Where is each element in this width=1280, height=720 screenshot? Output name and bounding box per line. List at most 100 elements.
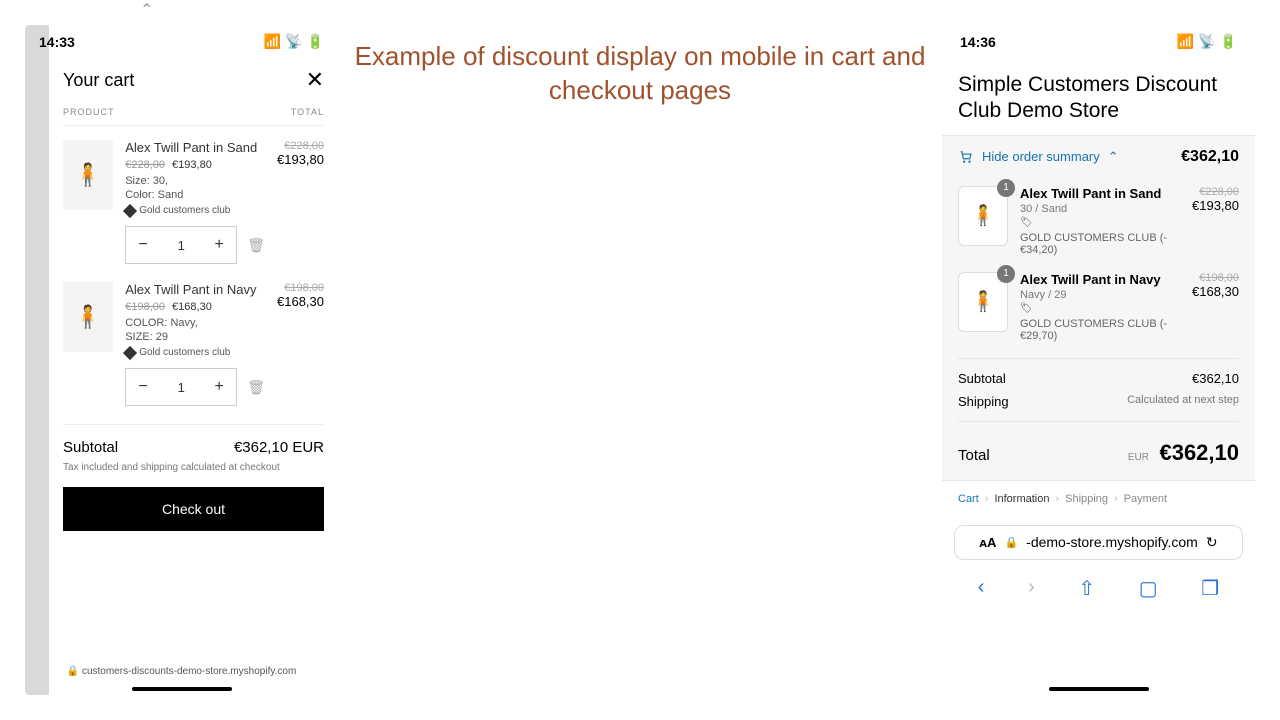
cart-sheet: Your cart ✕ PRODUCT TOTAL 🧍 Alex Twill P… xyxy=(49,55,338,695)
product-image[interactable]: 🧍 xyxy=(63,140,113,210)
checkout-phone: 14:36 📶 📡 🔋 Simple Customers Discount Cl… xyxy=(942,25,1255,695)
co-subtotal-label: Subtotal xyxy=(958,371,1006,386)
subtotal-label: Subtotal xyxy=(63,439,118,456)
co-new-price: €193,80 xyxy=(1192,198,1239,213)
trash-icon[interactable]: 🗑 xyxy=(247,237,265,254)
co-item-name: Alex Twill Pant in Sand xyxy=(1020,186,1180,201)
url-bar: 🔒 customers-discounts-demo-store.myshopi… xyxy=(25,666,338,677)
qty-decrement[interactable]: − xyxy=(126,227,160,263)
co-item-variant: Navy / 29 xyxy=(1020,289,1180,301)
status-time: 14:36 xyxy=(960,34,996,50)
item-meta: Color: Sand xyxy=(125,189,265,201)
tag-icon xyxy=(123,203,137,217)
safari-url-bar[interactable]: ᴀA 🔒 -demo-store.myshopify.com ↻ xyxy=(954,525,1243,560)
chevron-right-icon: › xyxy=(985,493,989,505)
status-bar: 14:33 📶 📡 🔋 xyxy=(25,25,338,58)
battery-icon: 🔋 xyxy=(307,33,324,50)
item-name[interactable]: Alex Twill Pant in Sand xyxy=(125,140,265,155)
qty-badge: 1 xyxy=(997,179,1015,197)
cart-item: 🧍 Alex Twill Pant in Sand €228,00 €193,8… xyxy=(63,140,324,264)
share-icon[interactable]: ⇧ xyxy=(1078,576,1095,601)
qty-increment[interactable]: + xyxy=(202,227,236,263)
co-shipping-label: Shipping xyxy=(958,394,1009,409)
bc-payment: Payment xyxy=(1124,493,1167,505)
chevron-right-icon: › xyxy=(1055,493,1059,505)
summary-total: €362,10 xyxy=(1181,148,1239,166)
bc-cart[interactable]: Cart xyxy=(958,493,979,505)
store-title[interactable]: Simple Customers Discount Club Demo Stor… xyxy=(942,58,1255,135)
checkout-button[interactable]: Check out xyxy=(63,487,324,531)
url-text: customers-discounts-demo-store.myshopify… xyxy=(82,666,296,677)
chevron-up-icon: ⌃ xyxy=(140,0,153,20)
lock-icon: 🔒 xyxy=(1004,536,1018,549)
discount-tag: Gold customers club xyxy=(139,347,230,358)
cart-icon xyxy=(958,150,974,164)
line-old-price: €198,00 xyxy=(277,282,324,294)
item-new-price: €168,30 xyxy=(172,301,212,313)
tabs-icon[interactable]: ❐ xyxy=(1201,576,1219,601)
qty-decrement[interactable]: − xyxy=(126,369,160,405)
hide-summary-toggle[interactable]: Hide order summary ⌃ xyxy=(958,149,1119,165)
item-name[interactable]: Alex Twill Pant in Navy xyxy=(125,282,265,297)
co-item-variant: 30 / Sand xyxy=(1020,203,1180,215)
line-new-price: €193,80 xyxy=(277,152,324,167)
subtotal-value: €362,10 EUR xyxy=(234,439,324,456)
co-discount-label: GOLD CUSTOMERS CLUB (-€29,70) xyxy=(1020,318,1180,342)
item-new-price: €193,80 xyxy=(172,159,212,171)
qty-increment[interactable]: + xyxy=(202,369,236,405)
breadcrumbs: Cart › Information › Shipping › Payment xyxy=(942,481,1255,517)
tag-icon: 🏷 xyxy=(1020,303,1180,314)
battery-icon: 🔋 xyxy=(1220,33,1237,50)
status-icons: 📶 📡 🔋 xyxy=(1177,33,1237,50)
checkout-item: 🧍 1 Alex Twill Pant in Sand 30 / Sand 🏷 … xyxy=(942,178,1255,264)
co-total-label: Total xyxy=(958,447,990,464)
back-icon[interactable]: ‹ xyxy=(978,576,985,601)
trash-icon[interactable]: 🗑 xyxy=(247,379,265,396)
status-bar: 14:36 📶 📡 🔋 xyxy=(942,25,1255,58)
tax-note: Tax included and shipping calculated at … xyxy=(63,462,324,473)
text-size-icon[interactable]: ᴀA xyxy=(979,535,996,550)
cart-item: 🧍 Alex Twill Pant in Navy €198,00 €168,3… xyxy=(63,282,324,406)
close-icon[interactable]: ✕ xyxy=(306,67,324,93)
signal-icon: 📶 xyxy=(1177,33,1194,50)
home-indicator xyxy=(1049,687,1149,691)
wifi-icon: 📡 xyxy=(1198,33,1215,50)
qty-badge: 1 xyxy=(997,265,1015,283)
forward-icon: › xyxy=(1028,576,1035,601)
signal-icon: 📶 xyxy=(264,33,281,50)
cart-phone: 14:33 📶 📡 🔋 Your cart ✕ PRODUCT TOTAL 🧍 … xyxy=(25,25,338,695)
tag-icon xyxy=(123,345,137,359)
status-time: 14:33 xyxy=(39,34,75,50)
qty-value: 1 xyxy=(160,227,202,263)
reload-icon[interactable]: ↻ xyxy=(1206,534,1218,551)
col-total: TOTAL xyxy=(291,107,324,117)
bookmarks-icon[interactable]: ▢ xyxy=(1139,576,1158,601)
product-image[interactable]: 🧍 xyxy=(63,282,113,352)
bc-information: Information xyxy=(994,493,1049,505)
col-product: PRODUCT xyxy=(63,107,115,117)
item-meta: Size: 30, xyxy=(125,175,265,187)
item-old-price: €228,00 xyxy=(125,159,165,171)
line-new-price: €168,30 xyxy=(277,294,324,309)
qty-stepper: − 1 + xyxy=(125,368,237,406)
cart-title: Your cart xyxy=(63,70,134,91)
co-subtotal-value: €362,10 xyxy=(1192,371,1239,386)
line-old-price: €228,00 xyxy=(277,140,324,152)
co-total-value: €362,10 xyxy=(1159,440,1239,465)
status-icons: 📶 📡 🔋 xyxy=(264,33,324,50)
order-summary-panel: Hide order summary ⌃ €362,10 🧍 1 Alex Tw… xyxy=(942,135,1255,481)
hide-summary-label: Hide order summary xyxy=(982,149,1100,164)
tag-icon: 🏷 xyxy=(1020,217,1180,228)
caption: Example of discount display on mobile in… xyxy=(340,40,940,108)
qty-value: 1 xyxy=(160,369,202,405)
co-item-name: Alex Twill Pant in Navy xyxy=(1020,272,1180,287)
co-total-currency: EUR xyxy=(1128,452,1149,463)
co-discount-label: GOLD CUSTOMERS CLUB (-€34,20) xyxy=(1020,232,1180,256)
chevron-right-icon: › xyxy=(1114,493,1118,505)
lock-icon: 🔒 xyxy=(67,666,79,677)
home-indicator xyxy=(132,687,232,691)
chevron-up-icon: ⌃ xyxy=(1108,149,1119,165)
item-meta: COLOR: Navy, xyxy=(125,317,265,329)
checkout-item: 🧍 1 Alex Twill Pant in Navy Navy / 29 🏷 … xyxy=(942,264,1255,350)
discount-tag: Gold customers club xyxy=(139,205,230,216)
